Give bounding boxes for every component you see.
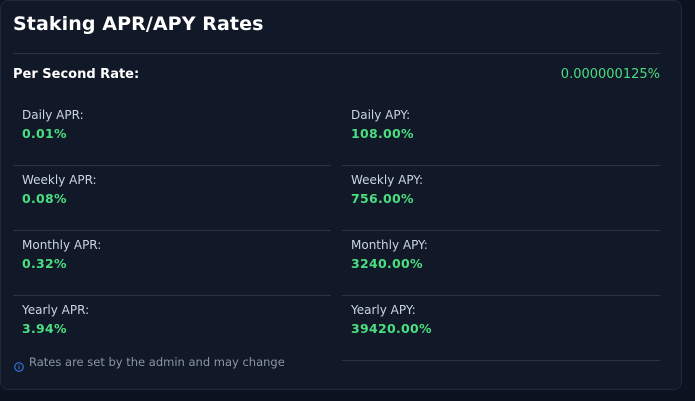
cell-divider <box>13 295 331 296</box>
cell-divider <box>13 230 331 231</box>
monthly-apy-label: Monthly APY: <box>351 238 428 252</box>
panel-title: Staking APR/APY Rates <box>13 13 264 35</box>
rates-note: Rates are set by the admin and may chang… <box>14 354 285 372</box>
daily-apy-cell: Daily APY: 108.00% <box>342 102 660 166</box>
cell-divider <box>13 165 331 166</box>
cell-divider <box>342 230 660 231</box>
title-divider <box>13 53 660 54</box>
per-second-rate-label: Per Second Rate: <box>13 67 140 82</box>
daily-apr-label: Daily APR: <box>22 108 84 122</box>
yearly-apy-cell: Yearly APY: 39420.00% <box>342 297 660 361</box>
weekly-apr-label: Weekly APR: <box>22 173 97 187</box>
daily-apr-cell: Daily APR: 0.01% <box>13 102 331 166</box>
weekly-apr-cell: Weekly APR: 0.08% <box>13 167 331 231</box>
yearly-apy-label: Yearly APY: <box>351 303 416 317</box>
yearly-apy-value: 39420.00% <box>351 321 432 336</box>
weekly-apy-cell: Weekly APY: 756.00% <box>342 167 660 231</box>
cell-divider <box>342 360 660 361</box>
monthly-apr-cell: Monthly APR: 0.32% <box>13 232 331 296</box>
monthly-apr-label: Monthly APR: <box>22 238 102 252</box>
per-second-rate-value: 0.000000125% <box>560 67 660 82</box>
daily-apy-value: 108.00% <box>351 126 414 141</box>
cell-divider <box>342 295 660 296</box>
daily-apy-label: Daily APY: <box>351 108 411 122</box>
staking-rates-panel: Staking APR/APY Rates Per Second Rate: 0… <box>0 0 682 390</box>
weekly-apy-label: Weekly APY: <box>351 173 424 187</box>
per-second-rate-row: Per Second Rate: 0.000000125% <box>13 67 660 87</box>
weekly-apy-value: 756.00% <box>351 191 414 206</box>
monthly-apy-cell: Monthly APY: 3240.00% <box>342 232 660 296</box>
yearly-apr-label: Yearly APR: <box>22 303 90 317</box>
yearly-apr-cell: Yearly APR: 3.94% <box>13 297 331 361</box>
monthly-apr-value: 0.32% <box>22 256 67 271</box>
daily-apr-value: 0.01% <box>22 126 67 141</box>
yearly-apr-value: 3.94% <box>22 321 67 336</box>
monthly-apy-value: 3240.00% <box>351 256 423 271</box>
weekly-apr-value: 0.08% <box>22 191 67 206</box>
rates-note-text: Rates are set by the admin and may chang… <box>29 355 285 369</box>
cell-divider <box>342 165 660 166</box>
info-icon <box>14 357 24 372</box>
